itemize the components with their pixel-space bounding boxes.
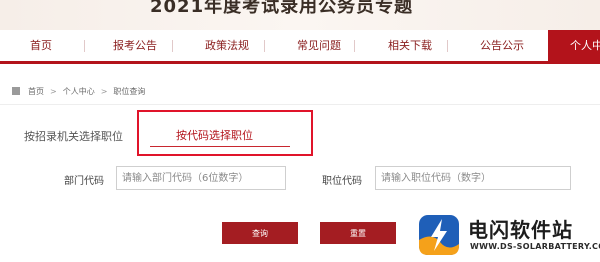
watermark-url: WWW.DS-SOLARBATTERY.COM	[470, 242, 600, 251]
breadcrumb-current: 职位查询	[113, 86, 146, 96]
nav-item-policies[interactable]: 政策法规	[205, 30, 249, 61]
breadcrumb-personal-center[interactable]: 个人中心	[63, 86, 95, 97]
main-nav: 首页 报考公告 政策法规 常见问题 相关下载 公告公示 个人中	[0, 30, 600, 64]
nav-divider	[264, 40, 265, 52]
breadcrumb-separator: >	[50, 86, 57, 96]
page: 2021年度考试录用公务员专题 首页 报考公告 政策法规 常见问题 相关下载 公…	[0, 0, 600, 262]
divider	[0, 104, 600, 105]
tab-by-code[interactable]: 按代码选择职位	[176, 127, 253, 143]
tab-by-agency[interactable]: 按招录机关选择职位	[24, 128, 123, 144]
watermark: 电闪软件站 WWW.DS-SOLARBATTERY.COM	[408, 206, 600, 262]
dept-code-label: 部门代码	[64, 176, 104, 187]
lightning-logo-icon	[419, 215, 459, 255]
nav-item-personal-center[interactable]: 个人中	[548, 30, 600, 61]
site-banner: 2021年度考试录用公务员专题	[0, 0, 600, 30]
query-button[interactable]: 查询	[222, 222, 298, 244]
breadcrumb-home[interactable]: 首页	[28, 86, 44, 97]
nav-item-home[interactable]: 首页	[30, 30, 52, 61]
nav-divider	[172, 40, 173, 52]
nav-divider	[447, 40, 448, 52]
position-code-input[interactable]	[375, 166, 571, 190]
nav-item-exam-notices[interactable]: 报考公告	[113, 30, 157, 61]
reset-button[interactable]: 重置	[320, 222, 396, 244]
position-code-label: 职位代码	[322, 176, 362, 187]
nav-divider	[354, 40, 355, 52]
breadcrumb-separator: >	[100, 86, 108, 96]
breadcrumb: 首页 > 个人中心 > 职位查询	[12, 84, 145, 98]
banner-title: 2021年度考试录用公务员专题	[150, 0, 414, 17]
active-tab-underline	[150, 146, 290, 147]
nav-item-downloads[interactable]: 相关下载	[388, 30, 432, 61]
home-icon	[12, 87, 20, 95]
nav-divider	[84, 40, 85, 52]
nav-item-faq[interactable]: 常见问题	[297, 30, 341, 61]
nav-item-announcements[interactable]: 公告公示	[480, 30, 524, 61]
watermark-name: 电闪软件站	[468, 218, 573, 242]
dept-code-input[interactable]	[116, 166, 286, 190]
